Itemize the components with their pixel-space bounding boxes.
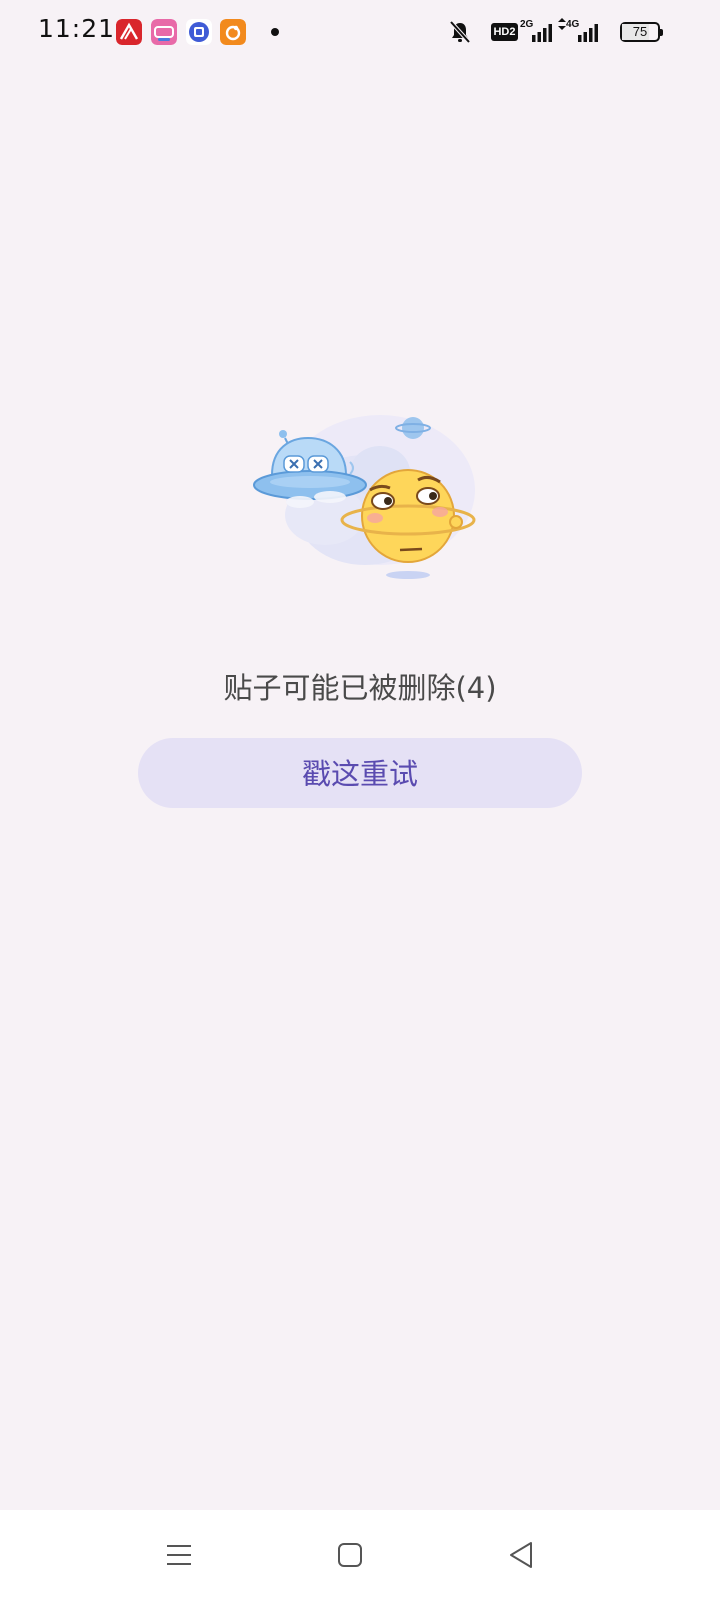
battery-icon: 75: [620, 22, 663, 42]
home-icon: [338, 1543, 362, 1567]
signal-icon: [532, 24, 552, 42]
orange-app-icon: [220, 19, 246, 45]
more-notifications-dot: [271, 28, 279, 36]
post-deleted-illustration: [253, 415, 476, 579]
hd-voice-badge: HD2: [491, 23, 518, 41]
home-button[interactable]: [325, 1530, 375, 1580]
status-bar: 11:21 HD2 2G 4G 75: [0, 0, 720, 64]
menu-button[interactable]: [154, 1530, 204, 1580]
signal-icon-2: [578, 24, 598, 42]
bell-muted-icon: [449, 20, 471, 44]
menu-icon: [167, 1545, 191, 1565]
battery-percent: 75: [632, 24, 648, 39]
tieba-app-icon: [186, 19, 212, 45]
xuexi-app-icon: [116, 19, 142, 45]
retry-button[interactable]: 戳这重试: [138, 738, 582, 808]
data-arrows-icon: [558, 18, 566, 30]
back-button[interactable]: [496, 1530, 546, 1580]
system-nav-bar: [0, 1510, 720, 1600]
bilibili-app-icon: [151, 19, 177, 45]
status-time: 11:21: [38, 14, 116, 43]
back-icon: [510, 1542, 532, 1568]
error-message: 贴子可能已被删除(4): [223, 671, 497, 705]
